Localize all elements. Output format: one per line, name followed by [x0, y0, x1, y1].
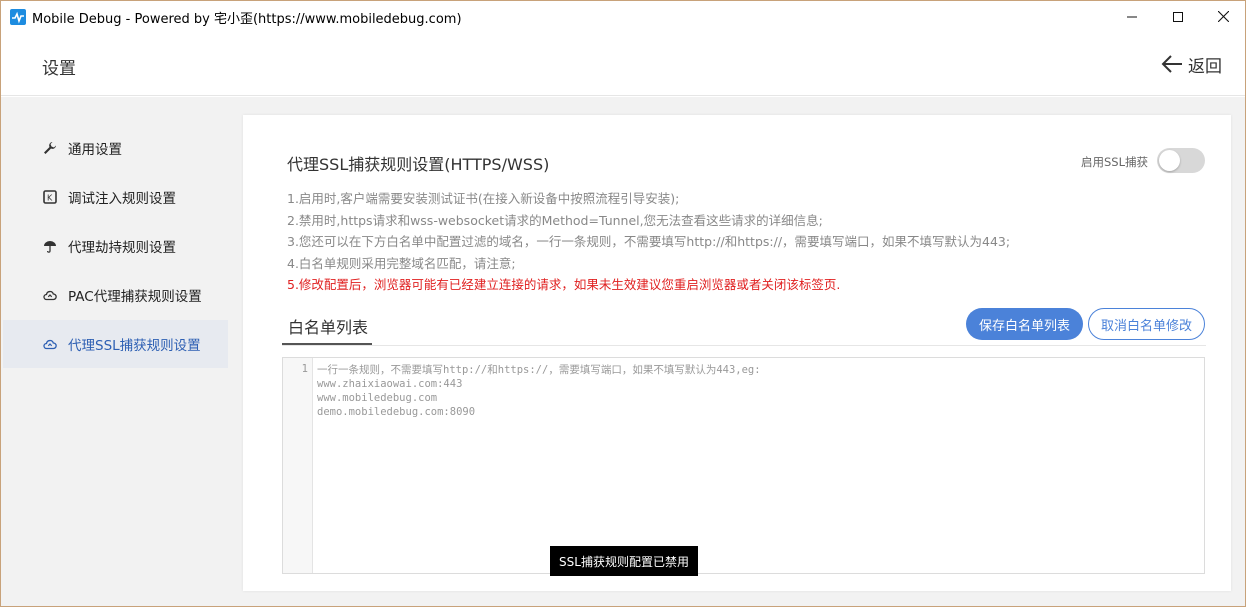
close-icon [1217, 11, 1229, 22]
title-bar: Mobile Debug - Powered by 宅小歪(https://ww… [1, 1, 1245, 32]
inject-icon: K [43, 190, 57, 204]
sidebar-item-label: 代理SSL捕获规则设置 [68, 338, 201, 354]
warning-note: 5.修改配置后，浏览器可能有已经建立连接的请求，如果未生效建议您重启浏览器或者关… [287, 277, 841, 292]
close-button[interactable] [1200, 1, 1246, 32]
sidebar-item-proxy-hijack[interactable]: 代理劫持规则设置 [3, 222, 228, 270]
sidebar-item-pac[interactable]: PAC代理捕获规则设置 [3, 271, 228, 319]
panel-title: 代理SSL捕获规则设置(HTTPS/WSS) [287, 155, 550, 174]
ssl-settings-panel: 代理SSL捕获规则设置(HTTPS/WSS) 启用SSL捕获 1.启用时,客户端… [243, 115, 1231, 591]
tab-whitelist[interactable]: 白名单列表 [282, 311, 372, 345]
sidebar-item-ssl[interactable]: 代理SSL捕获规则设置 [3, 320, 228, 368]
sidebar-item-label: 调试注入规则设置 [68, 191, 176, 207]
app-window: Mobile Debug - Powered by 宅小歪(https://ww… [0, 0, 1246, 607]
sidebar-item-general[interactable]: 通用设置 [3, 124, 228, 172]
line-number: 1 [301, 363, 308, 375]
content-area: 通用设置 K 调试注入规则设置 代理劫持规则设置 PAC代理捕获规则设置 代理S… [1, 97, 1245, 606]
sidebar-item-label: 代理劫持规则设置 [68, 240, 176, 256]
toast-message: SSL捕获规则配置已禁用 [550, 546, 698, 576]
notes-list: 1.启用时,客户端需要安装测试证书(在接入新设备中按照流程引导安装); 2.禁用… [287, 188, 1187, 296]
sidebar-item-label: 通用设置 [68, 142, 122, 158]
note-item: 2.禁用时,https请求和wss-websocket请求的Method=Tun… [287, 212, 823, 228]
sidebar-item-inject[interactable]: K 调试注入规则设置 [3, 173, 228, 221]
back-button[interactable]: 返回 [1161, 52, 1222, 77]
toggle-knob [1159, 150, 1180, 171]
minimize-icon [1127, 16, 1137, 17]
app-logo-icon [10, 9, 26, 25]
tab-divider [282, 345, 1206, 346]
page-title: 设置 [42, 59, 76, 79]
cloud-upload-icon [43, 290, 57, 301]
cancel-whitelist-button[interactable]: 取消白名单修改 [1088, 308, 1205, 340]
note-item: 3.您还可以在下方白名单中配置过滤的域名，一行一条规则，不需要填写http://… [287, 234, 1011, 249]
ssl-capture-toggle[interactable] [1157, 148, 1205, 173]
settings-sidebar: 通用设置 K 调试注入规则设置 代理劫持规则设置 PAC代理捕获规则设置 代理S… [1, 97, 231, 606]
back-label: 返回 [1188, 56, 1222, 77]
editor-gutter: 1 [283, 358, 313, 573]
window-title: Mobile Debug - Powered by 宅小歪(https://ww… [32, 12, 462, 27]
wrench-icon [44, 142, 56, 154]
note-item: 4.白名单规则采用完整域名匹配，请注意; [287, 255, 516, 271]
settings-header: 设置 返回 [1, 32, 1245, 96]
svg-text:K: K [47, 194, 53, 203]
sidebar-item-label: PAC代理捕获规则设置 [68, 289, 202, 305]
save-whitelist-button[interactable]: 保存白名单列表 [966, 308, 1083, 340]
minimize-button[interactable] [1109, 1, 1155, 32]
cloud-upload-icon [43, 339, 57, 350]
arrow-left-icon [1161, 55, 1182, 73]
whitelist-editor[interactable]: 1 一行一条规则，不需要填写http://和https://，需要填写端口，如果… [282, 357, 1205, 574]
note-item: 1.启用时,客户端需要安装测试证书(在接入新设备中按照流程引导安装); [287, 191, 680, 206]
maximize-button[interactable] [1155, 1, 1201, 32]
editor-placeholder: 一行一条规则，不需要填写http://和https://，需要填写端口，如果不填… [317, 364, 761, 418]
ssl-toggle-label: 启用SSL捕获 [1081, 155, 1149, 169]
umbrella-icon [44, 241, 56, 253]
maximize-icon [1173, 11, 1183, 22]
